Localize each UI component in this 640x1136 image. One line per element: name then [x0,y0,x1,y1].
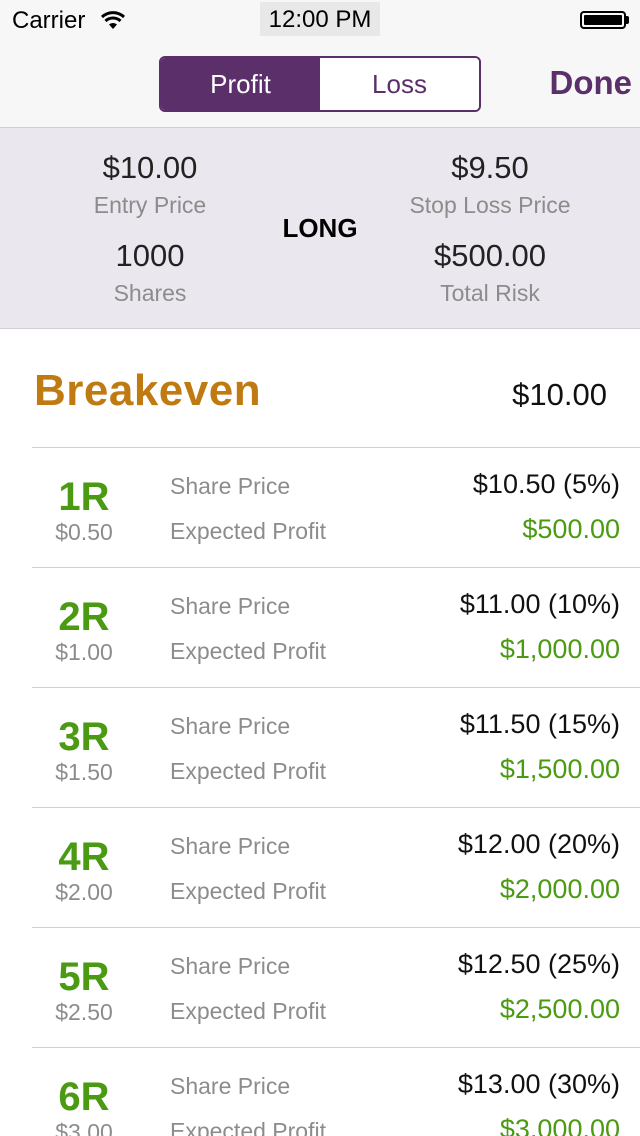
expected-profit-value: $3,000.00 [499,1114,620,1136]
share-price-label: Share Price [170,713,291,739]
r-multiple-amount: $3.00 [55,1119,113,1136]
row-divider [32,567,640,568]
battery-tip [626,16,629,24]
r-multiple-amount: $0.50 [55,519,113,545]
row-divider [32,447,640,448]
r-multiple-row[interactable]: 4R $2.00 Share Price Expected Profit $12… [0,807,640,927]
expected-profit-label: Expected Profit [170,998,326,1024]
share-price-value: $12.00 (20%) [457,829,620,859]
profit-loss-segmented-control[interactable]: Profit Loss [159,56,481,112]
segment-profit[interactable]: Profit [161,58,320,110]
expected-profit-value: $2,500.00 [499,994,620,1024]
battery-icon [580,11,626,29]
segment-loss[interactable]: Loss [320,58,479,110]
share-price-value: $11.00 (10%) [459,589,620,619]
expected-profit-value: $500.00 [522,514,620,544]
status-time: 12:00 PM [268,6,372,33]
r-multiple-label: 3R [58,715,110,759]
r-multiple-row[interactable]: 1R $0.50 Share Price Expected Profit $10… [0,447,640,567]
r-multiple-row[interactable]: 2R $1.00 Share Price Expected Profit $11… [0,567,640,687]
entry-price-value: $10.00 [102,150,198,185]
share-price-value: $13.00 (30%) [457,1069,620,1099]
r-multiple-amount: $1.50 [55,759,113,785]
r-multiple-label: 1R [58,475,110,519]
expected-profit-value: $2,000.00 [499,874,620,904]
r-multiple-row[interactable]: 6R $3.00 Share Price Expected Profit $13… [0,1047,640,1136]
shares-value: 1000 [115,238,185,273]
expected-profit-label: Expected Profit [170,518,326,544]
share-price-label: Share Price [170,953,291,979]
share-price-label: Share Price [170,473,291,499]
row-divider [32,1047,640,1048]
r-multiple-amount: $2.00 [55,879,113,905]
expected-profit-label: Expected Profit [170,638,326,664]
expected-profit-label: Expected Profit [170,1118,326,1136]
breakeven-value: $10.00 [512,377,607,412]
shares-label: Shares [113,280,187,306]
expected-profit-label: Expected Profit [170,758,326,784]
r-multiple-label: 4R [58,835,110,879]
stop-loss-price-value: $9.50 [451,150,529,185]
row-divider [32,687,640,688]
total-risk-value: $500.00 [433,238,547,273]
r-multiple-label: 5R [58,955,110,999]
expected-profit-value: $1,500.00 [499,754,620,784]
row-divider [32,807,640,808]
share-price-value: $10.50 (5%) [472,469,620,499]
done-button[interactable]: Done [520,64,633,102]
share-price-label: Share Price [170,833,291,859]
expected-profit-label: Expected Profit [170,878,326,904]
share-price-label: Share Price [170,1073,291,1099]
r-multiple-label: 6R [58,1075,110,1119]
r-multiple-amount: $1.00 [55,639,113,665]
r-multiple-amount: $2.50 [55,999,113,1025]
share-price-label: Share Price [170,593,291,619]
row-divider [32,927,640,928]
total-risk-label: Total Risk [440,280,540,306]
carrier-label: Carrier [12,7,86,34]
r-multiple-label: 2R [58,595,110,639]
wifi-icon [100,11,126,29]
r-multiple-row[interactable]: 5R $2.50 Share Price Expected Profit $12… [0,927,640,1047]
expected-profit-value: $1,000.00 [499,634,620,664]
share-price-value: $12.50 (25%) [457,949,620,979]
share-price-value: $11.50 (15%) [459,709,620,739]
r-multiple-row[interactable]: 3R $1.50 Share Price Expected Profit $11… [0,687,640,807]
breakeven-label: Breakeven [34,366,262,415]
